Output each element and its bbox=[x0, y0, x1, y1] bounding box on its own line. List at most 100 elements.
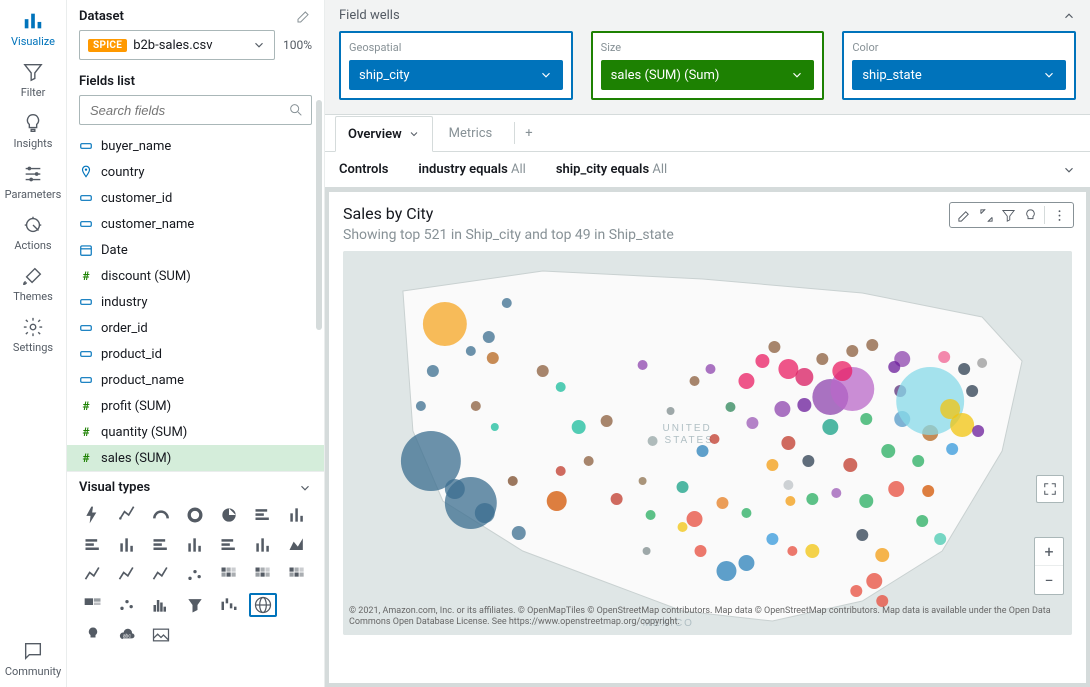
map-point[interactable] bbox=[938, 351, 950, 363]
map-point[interactable] bbox=[966, 385, 978, 397]
map-point[interactable] bbox=[778, 359, 798, 379]
field-product-name[interactable]: product_name bbox=[67, 367, 324, 393]
chevron-down-icon[interactable] bbox=[1062, 163, 1076, 177]
rail-themes[interactable]: Themes bbox=[5, 261, 61, 306]
map-point[interactable] bbox=[866, 573, 882, 589]
zoom-in-button[interactable]: + bbox=[1035, 538, 1063, 566]
scrollbar[interactable] bbox=[316, 100, 322, 330]
map-point[interactable] bbox=[483, 331, 495, 343]
visual-type-hbar-st[interactable] bbox=[147, 533, 175, 557]
map-point[interactable] bbox=[709, 434, 719, 444]
map-point[interactable] bbox=[416, 401, 426, 411]
visual-type-gauge[interactable] bbox=[147, 503, 175, 527]
map-point[interactable] bbox=[512, 526, 526, 540]
map-point[interactable] bbox=[695, 545, 707, 557]
map-point[interactable] bbox=[502, 298, 512, 308]
visual-type-hbar[interactable] bbox=[249, 503, 277, 527]
visual-type-image[interactable] bbox=[147, 623, 175, 647]
map-point[interactable] bbox=[725, 402, 735, 412]
visual-type-line2[interactable] bbox=[147, 563, 175, 587]
rail-insights[interactable]: Insights bbox=[5, 108, 61, 153]
map-point[interactable] bbox=[850, 585, 862, 597]
field-customer-name[interactable]: customer_name bbox=[67, 211, 324, 237]
pencil-icon[interactable] bbox=[296, 8, 312, 24]
visual-type-pie[interactable] bbox=[215, 503, 243, 527]
visual-type-globe[interactable] bbox=[249, 593, 277, 617]
visual-type-bolt[interactable] bbox=[79, 503, 107, 527]
field-profit-sum-[interactable]: #profit (SUM) bbox=[67, 393, 324, 419]
map-point[interactable] bbox=[556, 382, 566, 392]
visual-type-vbar[interactable] bbox=[283, 503, 311, 527]
map-point[interactable] bbox=[816, 353, 828, 365]
map-point[interactable] bbox=[832, 361, 852, 381]
map-point[interactable] bbox=[856, 529, 868, 541]
map-point[interactable] bbox=[846, 345, 858, 357]
field-customer-id[interactable]: customer_id bbox=[67, 185, 324, 211]
visual-type-bulb[interactable] bbox=[79, 623, 107, 647]
visual-type-area[interactable] bbox=[283, 533, 311, 557]
fw-color-pill[interactable]: ship_state bbox=[852, 60, 1066, 90]
map-point[interactable] bbox=[781, 436, 795, 450]
map-point[interactable] bbox=[584, 456, 594, 466]
map-point[interactable] bbox=[611, 493, 623, 505]
map-point[interactable] bbox=[475, 503, 495, 523]
map-point[interactable] bbox=[831, 488, 841, 498]
chevron-down-icon[interactable] bbox=[298, 481, 312, 495]
map-point[interactable] bbox=[646, 510, 656, 520]
field-date[interactable]: Date bbox=[67, 237, 324, 263]
map-point[interactable] bbox=[537, 365, 549, 377]
tab-overview[interactable]: Overview bbox=[335, 116, 433, 152]
map-point[interactable] bbox=[972, 425, 984, 437]
map-point[interactable] bbox=[466, 346, 476, 356]
map-point[interactable] bbox=[547, 491, 567, 511]
map-point[interactable] bbox=[783, 480, 793, 490]
edit-icon[interactable] bbox=[954, 205, 974, 225]
field-product-id[interactable]: product_id bbox=[67, 341, 324, 367]
visual-type-kpi[interactable] bbox=[113, 503, 141, 527]
map-point[interactable] bbox=[866, 339, 878, 351]
visual-type-combo[interactable] bbox=[113, 563, 141, 587]
map-point[interactable] bbox=[690, 376, 700, 386]
map-point[interactable] bbox=[508, 476, 518, 486]
visual-type-donut[interactable] bbox=[181, 503, 209, 527]
field-industry[interactable]: industry bbox=[67, 289, 324, 315]
map-point[interactable] bbox=[785, 496, 795, 506]
map-point[interactable] bbox=[738, 555, 754, 571]
fw-size-pill[interactable]: sales (SUM) (Sum) bbox=[601, 60, 815, 90]
map-point[interactable] bbox=[678, 522, 688, 532]
map-point[interactable] bbox=[822, 419, 838, 435]
map-point[interactable] bbox=[556, 466, 566, 476]
map-point[interactable] bbox=[667, 407, 675, 415]
map-point[interactable] bbox=[677, 481, 689, 493]
map-point[interactable] bbox=[977, 358, 987, 368]
map-point[interactable] bbox=[648, 436, 658, 446]
map-point[interactable] bbox=[643, 547, 651, 555]
visual-type-histogram[interactable] bbox=[147, 593, 175, 617]
map-point[interactable] bbox=[774, 401, 790, 417]
visual-type-vbar-st[interactable] bbox=[181, 533, 209, 557]
field-buyer-name[interactable]: buyer_name bbox=[67, 133, 324, 159]
rail-actions[interactable]: Actions bbox=[5, 210, 61, 255]
map-point[interactable] bbox=[639, 477, 647, 485]
visual-type-vbar2[interactable] bbox=[113, 533, 141, 557]
filter-icon[interactable] bbox=[998, 205, 1018, 225]
map-point[interactable] bbox=[601, 415, 613, 427]
map-point[interactable] bbox=[687, 511, 703, 527]
visual-type-line[interactable] bbox=[79, 563, 107, 587]
field-order-id[interactable]: order_id bbox=[67, 315, 324, 341]
map-point[interactable] bbox=[881, 444, 895, 458]
visual-type-hbar2[interactable] bbox=[79, 533, 107, 557]
map-point[interactable] bbox=[738, 373, 754, 389]
map-point[interactable] bbox=[427, 365, 439, 377]
map-point[interactable] bbox=[766, 533, 778, 545]
map-point[interactable] bbox=[766, 459, 778, 471]
field-wells-header[interactable]: Field wells bbox=[325, 0, 1090, 31]
map-point[interactable] bbox=[888, 481, 904, 497]
visual-type-cloud[interactable]: abc bbox=[113, 623, 141, 647]
anomaly-icon[interactable] bbox=[1020, 205, 1040, 225]
fw-geospatial-pill[interactable]: ship_city bbox=[349, 60, 563, 90]
map-point[interactable] bbox=[697, 445, 709, 457]
rail-filter[interactable]: Filter bbox=[5, 57, 61, 102]
visual-type-tree[interactable] bbox=[79, 593, 107, 617]
map-point[interactable] bbox=[423, 302, 467, 346]
